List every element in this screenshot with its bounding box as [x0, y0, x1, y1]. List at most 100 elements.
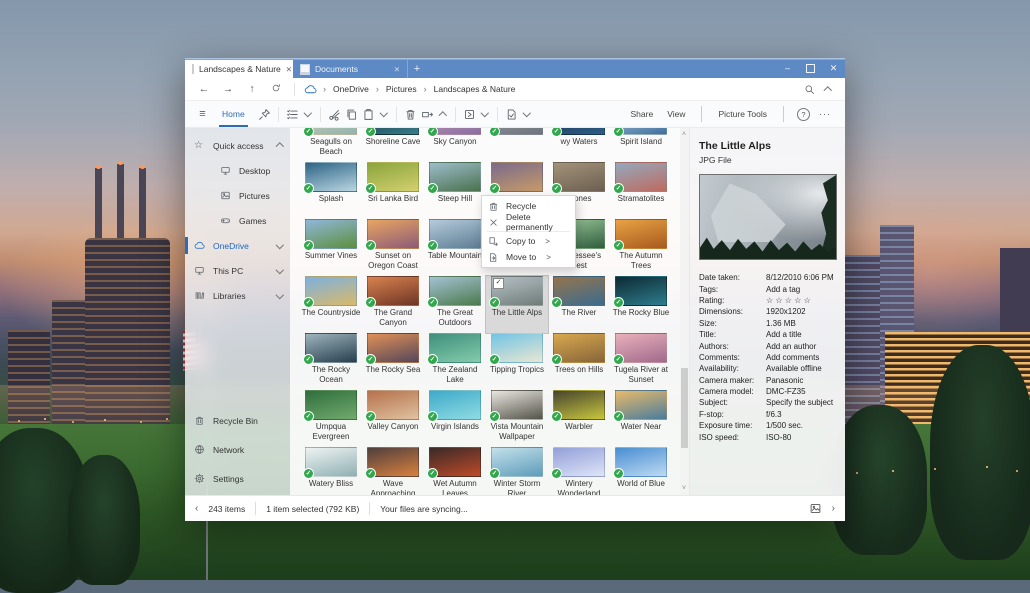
minimize-button[interactable]: –	[776, 58, 799, 78]
vertical-scrollbar[interactable]: ˄ ˅	[680, 128, 689, 495]
file-item[interactable]: ✓wy Waters	[548, 128, 610, 162]
file-item[interactable]: ✓Water Near	[610, 390, 672, 447]
scrollbar-thumb[interactable]	[681, 368, 688, 448]
sidebar-item-settings[interactable]: Settings	[185, 466, 290, 491]
file-item[interactable]: ✓The Rocky Ocean	[300, 333, 362, 390]
chevron-down-icon[interactable]	[275, 291, 283, 299]
tab-inactive[interactable]: Documents✕	[293, 60, 408, 78]
share-dropdown[interactable]	[478, 112, 492, 116]
file-item[interactable]: ✓The River	[548, 276, 610, 333]
view-menu-button[interactable]: View	[660, 109, 692, 119]
breadcrumb-item[interactable]: Landscapes & Nature	[434, 84, 516, 94]
sidebar-item-recycle-bin[interactable]: Recycle Bin	[185, 408, 290, 433]
file-item[interactable]: ✓The Countryside	[300, 276, 362, 333]
file-item[interactable]: ✓Sky Canyon	[424, 128, 486, 162]
file-item[interactable]: ✓Vista Mountain Wallpaper	[486, 390, 548, 447]
file-item[interactable]: ✓Watery Bliss	[300, 447, 362, 495]
back-button[interactable]: ←	[195, 83, 213, 95]
tab-active[interactable]: Landscapes & Nature✕	[185, 60, 293, 78]
context-menu-item-copy-to[interactable]: Copy to>	[482, 233, 575, 249]
close-button[interactable]: ✕	[822, 58, 845, 78]
file-item[interactable]: ✓The Great Outdoors	[424, 276, 486, 333]
breadcrumb-item[interactable]: Pictures	[386, 84, 417, 94]
file-item[interactable]: ✓Virgin Islands	[424, 390, 486, 447]
file-item[interactable]: ✓Summer Vines	[300, 219, 362, 276]
preview-pane-toggle-icon[interactable]	[809, 502, 822, 515]
context-menu-item-delete-permanently[interactable]: Delete permanently	[482, 214, 575, 230]
file-item[interactable]: ✓✓The Little Alps	[486, 276, 548, 333]
file-item[interactable]: ✓Umpqua Evergreen	[300, 390, 362, 447]
file-item[interactable]: ✓Sunset on Oregon Coast	[362, 219, 424, 276]
up-button[interactable]: ↑	[243, 83, 261, 95]
file-item[interactable]: ✓Winter Storm River	[486, 447, 548, 495]
file-item[interactable]: ✓Splash	[300, 162, 362, 219]
maximize-button[interactable]	[799, 58, 822, 78]
file-item[interactable]: ✓Shoreline Cave	[362, 128, 424, 162]
delete-dropdown-open[interactable]	[436, 110, 450, 119]
file-item[interactable]: ✓Sri Lanka Bird	[362, 162, 424, 219]
select-dropdown[interactable]	[301, 112, 315, 116]
share-item-button[interactable]	[461, 106, 478, 123]
selection-checkbox[interactable]: ✓	[493, 278, 504, 289]
file-item[interactable]: ✓Wave Approaching	[362, 447, 424, 495]
sidebar-item-this-pc[interactable]: This PC	[185, 258, 290, 283]
file-item[interactable]: ✓Warbler	[548, 390, 610, 447]
help-button[interactable]: ?	[797, 108, 810, 121]
cut-button[interactable]	[326, 106, 343, 123]
file-item[interactable]: ✓The Rocky Sea	[362, 333, 424, 390]
copy-button[interactable]	[343, 106, 360, 123]
chevron-down-icon[interactable]	[275, 266, 283, 274]
new-tab-button[interactable]: +	[408, 63, 426, 75]
sidebar-item-desktop[interactable]: Desktop	[185, 158, 290, 183]
pin-button[interactable]	[256, 106, 273, 123]
scroll-up-arrow[interactable]: ˄	[682, 131, 686, 138]
picture-tools-button[interactable]: Picture Tools	[711, 109, 774, 119]
status-prev-button[interactable]: ‹	[195, 503, 198, 514]
file-item[interactable]: ✓	[486, 128, 548, 162]
breadcrumb-item[interactable]: OneDrive	[333, 84, 369, 94]
tab-close-icon[interactable]: ✕	[394, 65, 400, 74]
properties-dropdown[interactable]	[520, 112, 534, 116]
properties-button[interactable]	[503, 106, 520, 123]
forward-button[interactable]: →	[219, 83, 237, 95]
hamburger-menu-button[interactable]: ≡	[194, 106, 211, 123]
search-icon[interactable]	[804, 84, 815, 95]
collapse-ribbon-button[interactable]	[821, 85, 835, 94]
sidebar-item-libraries[interactable]: Libraries	[185, 283, 290, 308]
paste-dropdown[interactable]	[377, 112, 391, 116]
more-options-button[interactable]: ···	[814, 109, 836, 119]
context-menu-item-move-to[interactable]: Move to>	[482, 249, 575, 265]
sidebar-item-onedrive[interactable]: OneDrive	[185, 233, 290, 258]
file-item[interactable]: ✓The Grand Canyon	[362, 276, 424, 333]
chevron-up-icon[interactable]	[275, 143, 283, 151]
chevron-down-icon[interactable]	[275, 241, 283, 249]
select-items-button[interactable]	[284, 106, 301, 123]
file-item[interactable]: ✓Wet Autumn Leaves	[424, 447, 486, 495]
file-item[interactable]: ✓The Rocky Blue	[610, 276, 672, 333]
file-item[interactable]: ✓Trees on Hills	[548, 333, 610, 390]
file-item[interactable]: ✓Valley Canyon	[362, 390, 424, 447]
file-item[interactable]: ✓Steep Hill	[424, 162, 486, 219]
tab-close-icon[interactable]: ✕	[286, 65, 292, 74]
sidebar-item-games[interactable]: Games	[185, 208, 290, 233]
file-item[interactable]: ✓Stramatolites	[610, 162, 672, 219]
sidebar-item-quick-access[interactable]: ☆Quick access	[185, 133, 290, 158]
sidebar-item-network[interactable]: Network	[185, 437, 290, 462]
refresh-button[interactable]	[267, 83, 285, 96]
sidebar-item-pictures[interactable]: Pictures	[185, 183, 290, 208]
tab-home[interactable]: Home	[213, 101, 254, 127]
scroll-down-arrow[interactable]: ˅	[682, 485, 686, 492]
file-item[interactable]: ✓World of Blue	[610, 447, 672, 495]
status-next-button[interactable]: ›	[832, 503, 835, 514]
paste-button[interactable]	[360, 106, 377, 123]
share-menu-button[interactable]: Share	[624, 109, 661, 119]
delete-button[interactable]	[402, 106, 419, 123]
file-item[interactable]: ✓Table Mountain	[424, 219, 486, 276]
file-item[interactable]: ✓Tipping Tropics	[486, 333, 548, 390]
rename-button[interactable]	[419, 106, 436, 123]
file-item[interactable]: ✓Spirit Island	[610, 128, 672, 162]
file-item[interactable]: ✓Seagulls on Beach	[300, 128, 362, 162]
file-item[interactable]: ✓The Autumn Trees	[610, 219, 672, 276]
file-item[interactable]: ✓Tugela River at Sunset	[610, 333, 672, 390]
file-item[interactable]: ✓Wintery Wonderland	[548, 447, 610, 495]
